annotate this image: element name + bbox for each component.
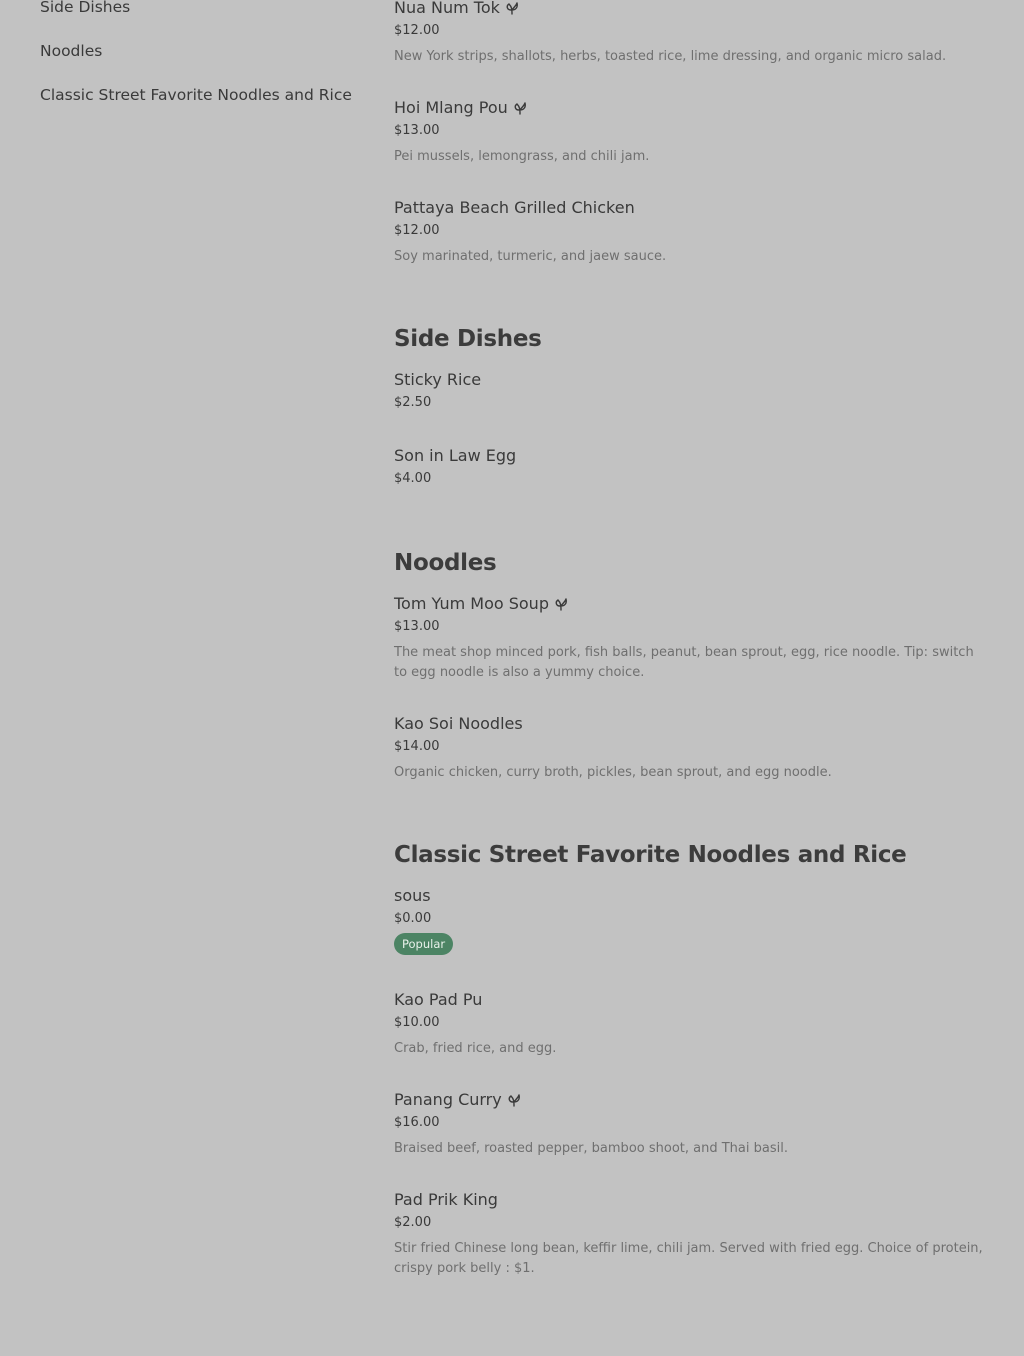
item-name: Hoi Mlang Pou	[394, 98, 508, 117]
item-name-row: Panang Curry	[394, 1090, 984, 1110]
item-name: Kao Pad Pu	[394, 990, 483, 1009]
item-name: Pattaya Beach Grilled Chicken	[394, 198, 635, 217]
item-name-row: Tom Yum Moo Soup	[394, 594, 984, 614]
section-title-noodles: Noodles	[394, 550, 497, 576]
item-price: $13.00	[394, 619, 440, 634]
item-price: $2.00	[394, 1215, 432, 1230]
item-price: $4.00	[394, 471, 432, 486]
item-name: sous	[394, 886, 431, 905]
menu-item[interactable]: Kao Pad Pu $10.00 Crab, fried rice, and …	[394, 990, 984, 1059]
item-price: $0.00	[394, 911, 432, 926]
menu-item[interactable]: Panang Curry $16.00 Braised beef, roaste…	[394, 1090, 984, 1159]
item-price: $12.00	[394, 23, 440, 38]
menu-item[interactable]: Pad Prik King $2.00 Stir fried Chinese l…	[394, 1190, 984, 1279]
leaf-icon	[555, 598, 567, 611]
item-description: Soy marinated, turmeric, and jaew sauce.	[394, 249, 667, 264]
item-description: Organic chicken, curry broth, pickles, b…	[394, 765, 832, 780]
nav-item-classic-street-favorite[interactable]: Classic Street Favorite Noodles and Rice	[40, 85, 352, 105]
item-description: Braised beef, roasted pepper, bamboo sho…	[394, 1141, 788, 1156]
item-description: Stir fried Chinese long bean, keffir lim…	[394, 1241, 983, 1276]
item-name-row: Pattaya Beach Grilled Chicken	[394, 198, 984, 218]
menu-item[interactable]: Son in Law Egg $4.00	[394, 446, 984, 487]
item-name-row: sous	[394, 886, 984, 906]
item-description: The meat shop minced pork, fish balls, p…	[394, 645, 974, 680]
popular-badge: Popular	[394, 933, 454, 955]
item-name: Panang Curry	[394, 1090, 502, 1109]
item-name: Tom Yum Moo Soup	[394, 594, 549, 613]
item-price: $16.00	[394, 1115, 440, 1130]
item-name: Son in Law Egg	[394, 446, 517, 465]
item-name-row: Son in Law Egg	[394, 446, 984, 466]
section-title-side-dishes: Side Dishes	[394, 326, 542, 352]
item-description: New York strips, shallots, herbs, toaste…	[394, 49, 947, 64]
menu-item[interactable]: Sticky Rice $2.50	[394, 370, 984, 411]
item-description: Crab, fried rice, and egg.	[394, 1041, 557, 1056]
nav-item-side-dishes[interactable]: Side Dishes	[40, 0, 130, 17]
menu-item[interactable]: Tom Yum Moo Soup $13.00 The meat shop mi…	[394, 594, 984, 683]
item-name-row: Kao Soi Noodles	[394, 714, 984, 734]
item-name-row: Pad Prik King	[394, 1190, 984, 1210]
item-price: $14.00	[394, 739, 440, 754]
section-title-classic-street-favorite: Classic Street Favorite Noodles and Rice	[394, 842, 907, 868]
item-description: Pei mussels, lemongrass, and chili jam.	[394, 149, 650, 164]
item-name: Kao Soi Noodles	[394, 714, 523, 733]
item-price: $12.00	[394, 223, 440, 238]
item-name: Sticky Rice	[394, 370, 482, 389]
leaf-icon	[508, 1094, 520, 1107]
item-name-row: Nua Num Tok	[394, 0, 984, 18]
menu-page: Side Dishes Noodles Classic Street Favor…	[0, 0, 1024, 1356]
item-name-row: Hoi Mlang Pou	[394, 98, 984, 118]
menu-item[interactable]: Pattaya Beach Grilled Chicken $12.00 Soy…	[394, 198, 984, 267]
menu-item[interactable]: Kao Soi Noodles $14.00 Organic chicken, …	[394, 714, 984, 783]
item-name-row: Sticky Rice	[394, 370, 984, 390]
nav-item-noodles[interactable]: Noodles	[40, 41, 102, 61]
item-price: $10.00	[394, 1015, 440, 1030]
menu-item[interactable]: Nua Num Tok $12.00 New York strips, shal…	[394, 0, 984, 67]
item-name-row: Kao Pad Pu	[394, 990, 984, 1010]
item-name: Nua Num Tok	[394, 0, 500, 17]
item-name: Pad Prik King	[394, 1190, 498, 1209]
item-price: $2.50	[394, 395, 432, 410]
item-price: $13.00	[394, 123, 440, 138]
menu-item[interactable]: Hoi Mlang Pou $13.00 Pei mussels, lemong…	[394, 98, 984, 167]
menu-item[interactable]: sous $0.00 Popular	[394, 886, 984, 955]
leaf-icon	[506, 2, 518, 15]
leaf-icon	[514, 102, 526, 115]
